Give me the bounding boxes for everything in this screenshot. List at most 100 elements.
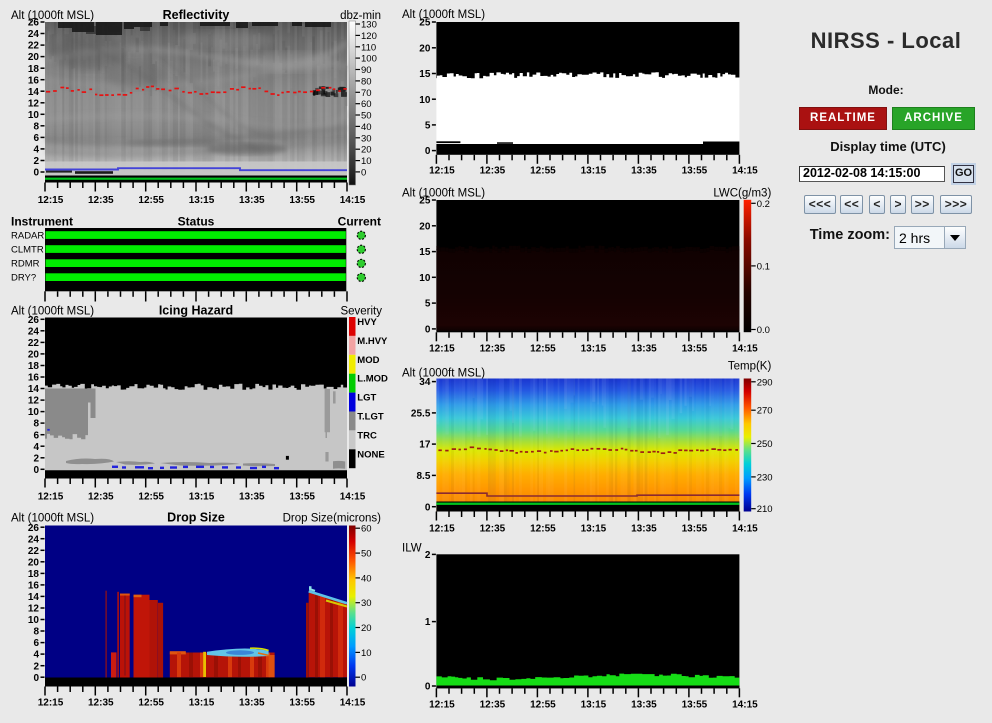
svg-text:Drop Size: Drop Size (167, 511, 225, 525)
svg-text:13:35: 13:35 (631, 524, 657, 535)
svg-text:Reflectivity: Reflectivity (163, 8, 230, 22)
svg-text:12:35: 12:35 (480, 700, 506, 711)
svg-text:12:35: 12:35 (480, 344, 506, 355)
svg-text:MOD: MOD (357, 355, 379, 366)
svg-text:13:35: 13:35 (631, 166, 657, 177)
svg-text:Status: Status (178, 215, 215, 229)
svg-text:0: 0 (425, 502, 431, 513)
svg-text:25.5: 25.5 (411, 409, 431, 420)
svg-text:20: 20 (419, 43, 431, 54)
svg-text:25: 25 (419, 196, 431, 207)
svg-text:10: 10 (361, 648, 372, 659)
svg-text:20: 20 (28, 52, 40, 63)
svg-text:12:15: 12:15 (38, 195, 64, 206)
svg-text:13:55: 13:55 (682, 166, 708, 177)
svg-text:0: 0 (361, 167, 366, 178)
svg-text:230: 230 (757, 472, 773, 483)
svg-text:24: 24 (28, 534, 40, 545)
svg-text:12: 12 (28, 604, 40, 615)
svg-text:20: 20 (419, 221, 431, 232)
svg-text:100: 100 (361, 54, 377, 65)
svg-text:12:55: 12:55 (530, 700, 556, 711)
svg-text:13:35: 13:35 (239, 195, 265, 206)
svg-text:18: 18 (28, 64, 40, 75)
svg-text:2: 2 (33, 661, 39, 672)
svg-text:HVY: HVY (357, 317, 377, 328)
svg-text:15: 15 (419, 247, 431, 258)
svg-text:12:35: 12:35 (480, 524, 506, 535)
svg-text:6: 6 (33, 430, 39, 441)
svg-text:20: 20 (361, 623, 372, 634)
svg-text:LWC(g/m3): LWC(g/m3) (713, 187, 771, 199)
svg-text:13:55: 13:55 (289, 195, 315, 206)
svg-text:5: 5 (425, 121, 431, 132)
svg-text:14:15: 14:15 (340, 492, 366, 503)
svg-text:18: 18 (28, 361, 40, 372)
svg-text:13:35: 13:35 (239, 698, 265, 709)
svg-text:12:15: 12:15 (429, 344, 455, 355)
svg-text:12:35: 12:35 (88, 698, 114, 709)
svg-text:290: 290 (757, 377, 773, 388)
svg-text:14: 14 (28, 87, 40, 98)
svg-text:RADAR: RADAR (11, 230, 44, 241)
svg-text:0.2: 0.2 (757, 199, 770, 210)
svg-text:Alt (1000ft MSL): Alt (1000ft MSL) (402, 187, 485, 199)
svg-text:14:15: 14:15 (732, 344, 758, 355)
svg-text:12:15: 12:15 (429, 700, 455, 711)
svg-text:0.0: 0.0 (757, 325, 770, 336)
svg-text:60: 60 (361, 99, 372, 110)
svg-text:270: 270 (757, 406, 773, 417)
svg-text:0.1: 0.1 (757, 261, 770, 272)
svg-text:TRC: TRC (357, 430, 377, 441)
svg-text:0: 0 (33, 465, 39, 476)
svg-text:Alt (1000ft MSL): Alt (1000ft MSL) (402, 9, 485, 21)
svg-text:Severity: Severity (340, 306, 382, 318)
svg-text:12: 12 (28, 396, 40, 407)
svg-text:13:15: 13:15 (189, 698, 215, 709)
svg-text:13:55: 13:55 (682, 344, 708, 355)
svg-text:50: 50 (361, 111, 372, 122)
svg-text:0: 0 (425, 325, 431, 336)
svg-text:16: 16 (28, 581, 40, 592)
svg-text:0: 0 (33, 673, 39, 684)
svg-text:12:35: 12:35 (88, 492, 114, 503)
svg-text:LGT: LGT (357, 393, 376, 404)
svg-text:Drop Size(microns): Drop Size(microns) (283, 513, 382, 525)
svg-text:12:15: 12:15 (38, 698, 64, 709)
svg-text:40: 40 (361, 573, 372, 584)
svg-text:16: 16 (28, 75, 40, 86)
svg-text:24: 24 (28, 326, 40, 337)
svg-text:13:35: 13:35 (631, 344, 657, 355)
svg-text:14: 14 (28, 384, 40, 395)
svg-text:13:55: 13:55 (682, 524, 708, 535)
svg-text:1: 1 (425, 617, 431, 628)
svg-text:30: 30 (361, 133, 372, 144)
svg-text:34: 34 (419, 377, 431, 388)
svg-text:NONE: NONE (357, 449, 384, 460)
svg-text:10: 10 (419, 95, 431, 106)
svg-text:10: 10 (28, 110, 40, 121)
svg-text:22: 22 (28, 41, 40, 52)
svg-text:0: 0 (33, 168, 39, 179)
svg-text:5: 5 (425, 299, 431, 310)
svg-text:14:15: 14:15 (732, 524, 758, 535)
svg-text:ILW: ILW (402, 543, 422, 555)
svg-text:Current: Current (338, 215, 381, 229)
svg-text:120: 120 (361, 31, 377, 42)
svg-text:Alt (1000ft MSL): Alt (1000ft MSL) (11, 513, 94, 525)
svg-text:CLMTR: CLMTR (11, 244, 44, 255)
svg-text:8.5: 8.5 (416, 471, 430, 482)
svg-text:DRY?: DRY? (11, 273, 36, 284)
svg-text:8: 8 (33, 419, 39, 430)
svg-text:6: 6 (33, 638, 39, 649)
svg-text:Alt (1000ft MSL): Alt (1000ft MSL) (11, 10, 94, 22)
svg-text:80: 80 (361, 76, 372, 87)
svg-text:Alt (1000ft MSL): Alt (1000ft MSL) (402, 367, 485, 379)
svg-text:90: 90 (361, 65, 372, 76)
svg-text:12:55: 12:55 (138, 195, 164, 206)
svg-text:30: 30 (361, 598, 372, 609)
svg-text:13:55: 13:55 (289, 698, 315, 709)
svg-text:17: 17 (419, 440, 431, 451)
svg-text:12:35: 12:35 (88, 195, 114, 206)
svg-text:4: 4 (33, 650, 39, 661)
